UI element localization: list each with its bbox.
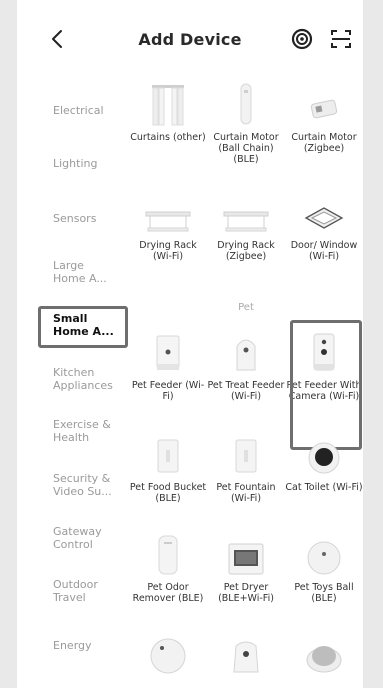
pet-food-bucket-image xyxy=(129,432,207,476)
scan-button[interactable] xyxy=(329,27,353,51)
category-large-home-appliances[interactable]: Large Home A... xyxy=(53,259,115,285)
device-label: Curtains (other) xyxy=(130,132,206,143)
category-energy[interactable]: Energy xyxy=(53,639,131,652)
device-curtain-motor-zigbee[interactable]: Curtain Motor (Zigbee) xyxy=(285,82,363,154)
device-pet-feeder-wifi[interactable]: Pet Feeder (Wi-Fi) xyxy=(129,330,207,402)
device-drying-rack-wifi[interactable]: Drying Rack (Wi-Fi) xyxy=(129,190,207,262)
selected-device-highlight xyxy=(290,320,362,450)
pet-dryer-image xyxy=(207,532,285,576)
device-pet-ball-partial[interactable] xyxy=(129,630,207,674)
device-label: Door/ Window (Wi-Fi) xyxy=(290,240,358,262)
header: Add Device xyxy=(17,0,363,80)
section-title-pet: Pet xyxy=(238,302,254,313)
device-label: Cat Toilet (Wi-Fi) xyxy=(285,482,363,493)
category-electrical[interactable]: Electrical xyxy=(53,104,131,117)
device-pet-treat-feeder-wifi[interactable]: Pet Treat Feeder (Wi-Fi) xyxy=(207,330,285,402)
device-label: Drying Rack (Zigbee) xyxy=(217,240,275,262)
device-label: Pet Treat Feeder (Wi-Fi) xyxy=(207,380,285,402)
device-label: Curtain Motor (Ball Chain) (BLE) xyxy=(213,132,279,165)
device-curtains-other[interactable]: Curtains (other) xyxy=(129,82,207,143)
pet-ball-image xyxy=(129,630,207,674)
device-drying-rack-zigbee[interactable]: Drying Rack (Zigbee) xyxy=(207,190,285,262)
pet-feeder-image xyxy=(129,330,207,374)
device-pet-bed-partial[interactable] xyxy=(285,630,363,674)
category-gateway-control[interactable]: Gateway Control xyxy=(53,525,111,551)
cat-toilet-image xyxy=(285,432,363,476)
device-curtain-motor-ball-chain[interactable]: Curtain Motor (Ball Chain) (BLE) xyxy=(207,82,285,165)
pet-odor-remover-image xyxy=(129,532,207,576)
drying-rack-zigbee-image xyxy=(207,190,285,234)
device-cat-toilet-wifi[interactable]: Cat Toilet (Wi-Fi) xyxy=(285,432,363,493)
curtains-image xyxy=(129,82,207,126)
pet-bowl-image xyxy=(207,630,285,674)
pet-treat-feeder-image xyxy=(207,330,285,374)
category-lighting[interactable]: Lighting xyxy=(53,157,131,170)
drying-rack-image xyxy=(129,190,207,234)
device-label: Pet Odor Remover (BLE) xyxy=(132,582,204,604)
curtain-motor-image xyxy=(207,82,285,126)
pet-fountain-image xyxy=(207,432,285,476)
target-button[interactable] xyxy=(290,27,314,51)
device-label: Pet Toys Ball (BLE) xyxy=(294,582,354,604)
door-window-image xyxy=(285,190,363,234)
category-kitchen-appliances[interactable]: Kitchen Appliances xyxy=(53,366,125,392)
category-security-video[interactable]: Security & Video Su... xyxy=(53,472,119,498)
device-label: Pet Feeder (Wi-Fi) xyxy=(131,380,205,402)
pet-bed-image xyxy=(285,630,363,674)
device-pet-food-bucket-ble[interactable]: Pet Food Bucket (BLE) xyxy=(129,432,207,504)
curtain-motor-zigbee-image xyxy=(285,82,363,126)
category-sidebar: Electrical Lighting Sensors Large Home A… xyxy=(17,80,128,688)
device-pet-dryer[interactable]: Pet Dryer (BLE+Wi-Fi) xyxy=(207,532,285,604)
device-door-window-wifi[interactable]: Door/ Window (Wi-Fi) xyxy=(285,190,363,262)
category-sensors[interactable]: Sensors xyxy=(53,212,131,225)
device-label: Pet Food Bucket (BLE) xyxy=(129,482,207,504)
target-icon xyxy=(291,28,313,50)
selected-category-highlight xyxy=(38,306,128,348)
device-label: Pet Dryer (BLE+Wi-Fi) xyxy=(218,582,274,604)
device-label: Curtain Motor (Zigbee) xyxy=(291,132,357,154)
device-pet-odor-remover-ble[interactable]: Pet Odor Remover (BLE) xyxy=(129,532,207,604)
device-pet-bowl-partial[interactable] xyxy=(207,630,285,674)
scan-icon xyxy=(331,30,351,48)
device-pet-fountain-wifi[interactable]: Pet Fountain (Wi-Fi) xyxy=(207,432,285,504)
device-label: Drying Rack (Wi-Fi) xyxy=(139,240,197,262)
device-grid: Curtains (other) Curtain Motor (Ball Cha… xyxy=(129,80,363,688)
category-exercise-health[interactable]: Exercise & Health xyxy=(53,418,115,444)
category-outdoor-travel[interactable]: Outdoor Travel xyxy=(53,578,105,604)
device-label: Pet Fountain (Wi-Fi) xyxy=(216,482,276,504)
pet-toys-ball-image xyxy=(285,532,363,576)
add-device-screen: Add Device Electrical Lighting Sensors L… xyxy=(17,0,363,688)
device-pet-toys-ball-ble[interactable]: Pet Toys Ball (BLE) xyxy=(285,532,363,604)
